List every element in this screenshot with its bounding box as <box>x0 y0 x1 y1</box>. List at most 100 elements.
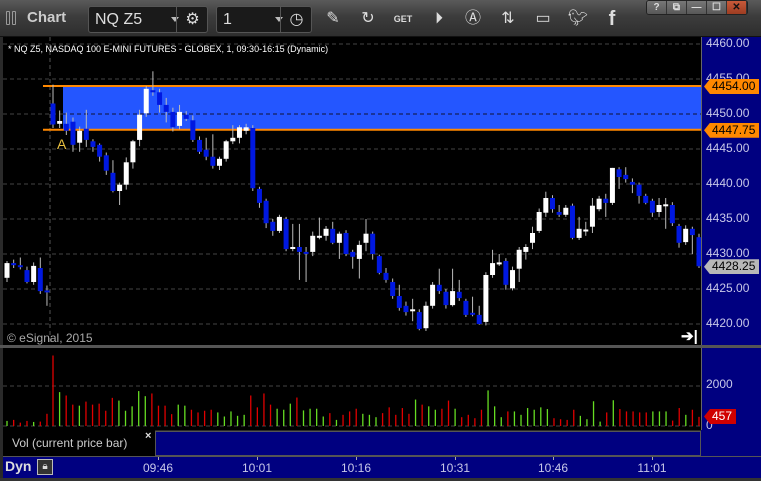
time-tick-label: 10:31 <box>439 461 471 475</box>
candle-down <box>270 221 276 231</box>
candle-up <box>130 141 136 163</box>
candle-up <box>483 275 489 322</box>
candle-down <box>37 268 43 292</box>
axis-filler <box>701 430 761 456</box>
candle-down <box>256 188 262 203</box>
price-tick-label: 4450.00 <box>706 106 750 120</box>
price-tick-label: 4435.00 <box>706 211 750 225</box>
candle-down <box>103 155 109 171</box>
volume-chart[interactable] <box>3 348 701 430</box>
candle-down <box>350 251 356 257</box>
candle-down <box>436 284 442 292</box>
candle-up <box>490 263 496 275</box>
candle-up <box>223 141 229 159</box>
candle-up <box>123 162 129 185</box>
price-pane[interactable]: * NQ Z5, NASDAQ 100 E-MINI FUTURES - GLO… <box>3 37 701 345</box>
swap-icon[interactable]: ⇅ <box>497 8 519 30</box>
candle-down <box>603 198 609 203</box>
dynamic-mode-label[interactable]: Dyn <box>5 458 31 474</box>
time-tick-label: 10:46 <box>537 461 569 475</box>
candle-down <box>150 90 156 93</box>
candle-down <box>90 141 96 147</box>
facebook-icon[interactable]: f <box>601 8 623 30</box>
close-study-button[interactable]: × <box>145 430 151 442</box>
candle-down <box>11 263 17 266</box>
title-bar: Chart NQ Z5 ⚙ 1 ◷ ✎ ↻ GET ⏵ Ⓐ ⇅ ▭ 🐦︎ f ?… <box>0 0 761 37</box>
play-icon[interactable]: ⏵ <box>428 8 450 30</box>
maximize-button[interactable]: ☐ <box>707 1 727 14</box>
price-tick-label: 4425.00 <box>706 281 750 295</box>
price-chart[interactable] <box>3 37 701 345</box>
candle-up <box>236 127 242 138</box>
candle-up <box>510 270 516 289</box>
get-icon[interactable]: GET <box>392 8 414 30</box>
candle-down <box>390 282 396 296</box>
clock-icon[interactable]: ◷ <box>280 7 312 32</box>
time-tick <box>158 457 159 460</box>
candle-down <box>470 312 476 315</box>
candle-down <box>163 104 169 112</box>
twitter-icon[interactable]: 🐦︎ <box>567 8 589 30</box>
interval-value: 1 <box>223 11 232 28</box>
candle-down <box>170 111 176 128</box>
candle-down <box>283 219 289 250</box>
candle-up <box>423 305 429 329</box>
candle-up <box>589 205 595 227</box>
price-tick-label: 4440.00 <box>706 176 750 190</box>
candle-up <box>4 263 10 278</box>
time-tick <box>257 457 258 460</box>
price-axis[interactable]: 4460.00 4455.00 4450.00 4445.00 4440.00 4435.… <box>701 36 761 345</box>
candle-down <box>676 226 682 243</box>
interval-selector[interactable]: 1 ◷ <box>216 6 312 33</box>
candle-down <box>63 123 69 131</box>
gear-icon[interactable]: ⚙ <box>176 7 208 32</box>
refresh-icon[interactable]: ↻ <box>357 8 379 30</box>
help-button[interactable]: ? <box>647 1 667 14</box>
alert-icon[interactable]: Ⓐ <box>462 8 484 30</box>
volume-axis[interactable]: 2000 0 457 <box>701 348 761 432</box>
candle-down <box>157 92 163 105</box>
candle-down <box>263 200 269 224</box>
candle-down <box>44 290 50 293</box>
time-tick-label: 11:01 <box>637 461 667 475</box>
candle-down <box>403 305 409 313</box>
pencil-icon[interactable]: ✎ <box>322 8 344 30</box>
candle-down <box>549 198 555 210</box>
candle-up <box>336 233 342 243</box>
candle-up <box>276 216 282 231</box>
candle-down <box>463 300 469 315</box>
candle-up <box>563 207 569 215</box>
comment-icon[interactable]: ▭ <box>532 8 554 30</box>
candle-down <box>503 261 509 285</box>
volume-pane[interactable] <box>3 348 701 430</box>
candle-down <box>330 228 336 243</box>
candle-down <box>250 128 256 189</box>
candle-down <box>303 251 309 254</box>
scroll-to-end-icon[interactable]: ➔| <box>681 327 698 345</box>
candle-down <box>623 174 629 180</box>
time-axis[interactable]: Dyn 🔒︎ 09:46 10:01 10:16 10:31 10:46 11:01 <box>3 456 761 478</box>
drag-grip-icon[interactable] <box>6 11 18 25</box>
candle-up <box>663 204 669 207</box>
window-menu-button[interactable]: ⧉ <box>667 1 687 14</box>
candle-down <box>24 270 30 282</box>
candle-down <box>456 291 462 299</box>
candle-up <box>609 167 615 203</box>
time-tick <box>455 457 456 460</box>
close-button[interactable]: ✕ <box>727 1 747 14</box>
candle-down <box>376 256 382 273</box>
candle-up <box>77 130 83 143</box>
volume-study-label[interactable]: Vol (current price bar) <box>12 436 127 450</box>
candle-up <box>530 233 536 243</box>
symbol-selector[interactable]: NQ Z5 ⚙ <box>88 6 208 33</box>
minimize-button[interactable]: — <box>687 1 707 14</box>
time-tick-label: 09:46 <box>142 461 174 475</box>
candle-down <box>556 212 562 215</box>
lock-clock-icon[interactable]: 🔒︎ <box>37 459 53 475</box>
time-tick <box>652 457 653 460</box>
candle-down <box>416 312 422 329</box>
candle-up <box>683 228 689 243</box>
window-title: Chart <box>27 9 67 26</box>
candle-up <box>310 235 316 252</box>
candle-down <box>643 195 649 203</box>
